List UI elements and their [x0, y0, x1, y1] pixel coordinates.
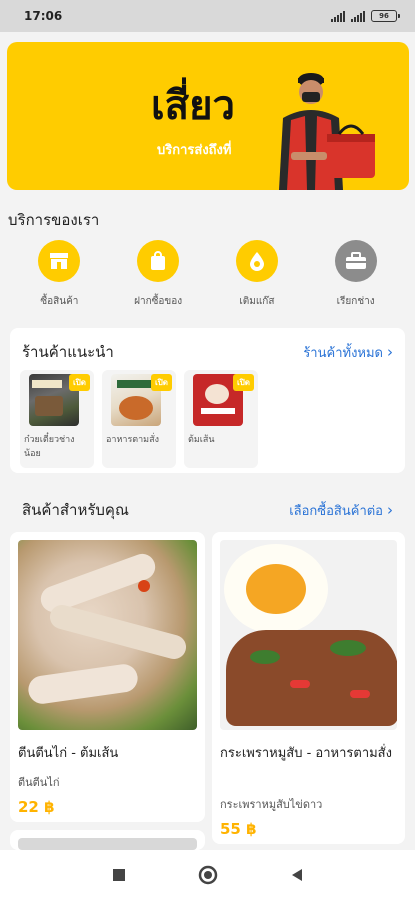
product-price: 55 ฿ — [220, 820, 257, 838]
open-badge: เปิด — [150, 374, 172, 391]
service-gas-refill[interactable]: เติมแก๊ส — [212, 240, 302, 310]
chevron-right-icon: › — [387, 343, 393, 361]
toolbox-icon — [334, 240, 377, 282]
shop-name: อาหารตามสั่ง — [106, 435, 159, 445]
service-shopping-errand[interactable]: ฝากซื้อของ — [113, 240, 203, 310]
shop-name: ก๋วยเตี๋ยวช่างน้อย — [24, 435, 75, 459]
recents-icon[interactable] — [112, 868, 126, 882]
product-name: กระเพราหมูสับ - อาหารตามสั่ง — [220, 746, 392, 761]
open-badge: เปิด — [68, 374, 90, 391]
product-card-partial[interactable] — [10, 830, 205, 850]
service-label: เรียกช่าง — [336, 296, 375, 307]
product-shop: ตีนตีนไก่ — [18, 776, 60, 789]
brand-tagline: บริการส่งถึงที่ — [157, 143, 232, 158]
promo-banner[interactable]: เสี่ยว บริการส่งถึงที่ — [7, 42, 409, 190]
products-header: สินค้าสำหรับคุณ เลือกซื้อสินค้าต่อ › — [10, 498, 405, 522]
service-label: ฝากซื้อของ — [134, 296, 183, 307]
shop-name: ต้มเส้น — [188, 435, 215, 445]
status-time: 17:06 — [24, 9, 63, 23]
continue-shopping-link[interactable]: เลือกซื้อสินค้าต่อ › — [289, 500, 393, 521]
store-icon — [38, 240, 81, 282]
chevron-right-icon: › — [387, 501, 393, 519]
recommended-header: ร้านค้าแนะนำ ร้านค้าทั้งหมด › — [22, 340, 393, 364]
all-shops-link[interactable]: ร้านค้าทั้งหมด › — [303, 342, 393, 363]
service-label: ซื้อสินค้า — [40, 296, 79, 307]
service-call-technician[interactable]: เรียกช่าง — [311, 240, 401, 310]
home-icon[interactable] — [198, 865, 218, 885]
battery-icon: 96 — [371, 10, 400, 22]
product-image — [18, 540, 197, 730]
product-shop: กระเพราหมูสับไข่ดาว — [220, 798, 323, 811]
products-title: สินค้าสำหรับคุณ — [22, 501, 129, 519]
product-card[interactable]: กระเพราหมูสับ - อาหารตามสั่ง กระเพราหมูส… — [212, 532, 405, 844]
shops-row: เปิด ก๋วยเตี๋ยวช่างน้อย เปิด อาหารตามสั่… — [20, 370, 258, 468]
back-icon[interactable] — [290, 868, 304, 882]
shop-card[interactable]: เปิด ต้มเส้น — [184, 370, 258, 468]
service-label: เติมแก๊ส — [239, 296, 275, 307]
all-shops-label: ร้านค้าทั้งหมด — [303, 345, 383, 361]
product-image — [220, 540, 397, 730]
product-card[interactable]: ตีนตีนไก่ - ต้มเส้น ตีนตีนไก่ 22 ฿ — [10, 532, 205, 822]
service-buy-products[interactable]: ซื้อสินค้า — [14, 240, 104, 310]
signal-icon-2 — [351, 10, 365, 22]
gas-drop-icon — [235, 240, 278, 282]
services-row: ซื้อสินค้า ฝากซื้อของ เติมแก๊ส เรียกช่าง — [0, 240, 415, 310]
status-bar: 17:06 96 — [0, 0, 415, 32]
shopping-bag-icon — [137, 240, 180, 282]
status-icons: 96 — [331, 10, 400, 22]
delivery-person-illustration — [279, 73, 375, 190]
product-name: ตีนตีนไก่ - ต้มเส้น — [18, 746, 119, 761]
continue-shopping-label: เลือกซื้อสินค้าต่อ — [289, 503, 383, 519]
product-image — [18, 838, 197, 850]
recommended-shops-card: ร้านค้าแนะนำ ร้านค้าทั้งหมด › เปิด ก๋วยเ… — [10, 328, 405, 473]
product-price: 22 ฿ — [18, 798, 55, 816]
system-nav-bar — [0, 850, 415, 900]
services-title: บริการของเรา — [8, 211, 100, 229]
brand-name: เสี่ยว — [151, 83, 235, 129]
signal-icon — [331, 10, 345, 22]
recommended-title: ร้านค้าแนะนำ — [22, 343, 114, 361]
shop-card[interactable]: เปิด อาหารตามสั่ง — [102, 370, 176, 468]
shop-card[interactable]: เปิด ก๋วยเตี๋ยวช่างน้อย — [20, 370, 94, 468]
open-badge: เปิด — [232, 374, 254, 391]
